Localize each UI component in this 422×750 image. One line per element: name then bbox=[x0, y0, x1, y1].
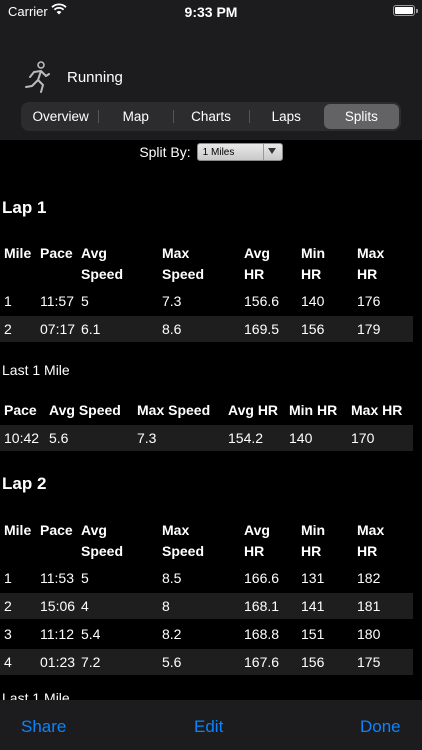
split-by-control: Split By: 1 Miles bbox=[0, 143, 422, 161]
view-tabs: Overview Map Charts Laps Splits bbox=[21, 102, 401, 131]
cell-avg-hr: 154.2 bbox=[228, 430, 264, 446]
cell-max-speed: 8.6 bbox=[162, 321, 182, 337]
col-header-min-hr: Min HR bbox=[301, 245, 326, 282]
col-header-avg-hr: Avg HR bbox=[228, 402, 279, 418]
cell-max-hr: 179 bbox=[357, 321, 381, 337]
col-header-max-hr: Max HR bbox=[357, 522, 385, 559]
cell-max-hr: 170 bbox=[351, 430, 375, 446]
clock: 9:33 PM bbox=[184, 4, 238, 20]
col-header-max-speed: Max Speed bbox=[137, 402, 211, 418]
cell-max-speed: 8.5 bbox=[162, 570, 182, 586]
cell-avg-speed: 5 bbox=[81, 293, 89, 309]
cell-max-speed: 5.6 bbox=[162, 654, 182, 670]
cell-min-hr: 140 bbox=[301, 293, 325, 309]
cell-pace: 10:42 bbox=[4, 430, 40, 446]
cell-mile: 1 bbox=[4, 293, 12, 309]
cell-min-hr: 156 bbox=[301, 321, 325, 337]
col-header-min-hr: Min HR bbox=[301, 522, 326, 559]
cell-avg-hr: 168.8 bbox=[244, 626, 280, 642]
cell-avg-speed: 7.2 bbox=[81, 654, 101, 670]
cell-avg-hr: 168.1 bbox=[244, 598, 280, 614]
activity-header: Running bbox=[22, 60, 123, 94]
battery-icon bbox=[393, 5, 418, 16]
tab-map[interactable]: Map bbox=[98, 104, 173, 129]
running-icon bbox=[25, 61, 50, 93]
cell-min-hr: 131 bbox=[301, 570, 325, 586]
col-header-max-speed: Max Speed bbox=[162, 245, 205, 282]
cell-pace: 07:17 bbox=[40, 321, 76, 337]
cell-max-hr: 175 bbox=[357, 654, 381, 670]
col-header-mile: Mile bbox=[4, 245, 32, 261]
cell-pace: 01:23 bbox=[40, 654, 76, 670]
cell-min-hr: 140 bbox=[289, 430, 313, 446]
cell-mile: 1 bbox=[4, 570, 12, 586]
cell-max-hr: 176 bbox=[357, 293, 381, 309]
activity-name: Running bbox=[67, 68, 123, 86]
cell-max-speed: 7.3 bbox=[162, 293, 182, 309]
cell-mile: 3 bbox=[4, 626, 12, 642]
tab-laps[interactable]: Laps bbox=[248, 104, 324, 129]
col-header-avg-speed: Avg Speed bbox=[49, 402, 121, 418]
cell-avg-hr: 169.5 bbox=[244, 321, 280, 337]
col-header-max-hr: Max HR bbox=[351, 402, 403, 418]
lap1-title: Lap 1 bbox=[2, 198, 47, 217]
done-button[interactable]: Done bbox=[360, 717, 401, 737]
col-header-mile: Mile bbox=[4, 522, 32, 538]
cell-avg-hr: 167.6 bbox=[244, 654, 280, 670]
cell-avg-speed: 4 bbox=[81, 598, 89, 614]
cell-max-speed: 8.2 bbox=[162, 626, 182, 642]
bottom-toolbar: Share Edit Done bbox=[0, 700, 422, 750]
cell-pace: 15:06 bbox=[40, 598, 76, 614]
col-header-avg-speed: Avg Speed bbox=[81, 522, 124, 559]
splits-content: Lap 1 Mile Pace Avg Speed Max Speed Avg … bbox=[0, 166, 422, 700]
cell-max-speed: 8 bbox=[162, 598, 170, 614]
cell-pace: 11:12 bbox=[40, 626, 74, 642]
col-header-max-hr: Max HR bbox=[357, 245, 385, 282]
col-header-pace: Pace bbox=[40, 522, 73, 538]
col-header-avg-hr: Avg HR bbox=[244, 245, 270, 282]
split-by-select[interactable]: 1 Miles bbox=[196, 143, 283, 161]
status-bar: Carrier 9:33 PM bbox=[0, 0, 422, 24]
tab-overview[interactable]: Overview bbox=[23, 104, 98, 129]
cell-mile: 2 bbox=[4, 321, 12, 337]
cell-pace: 11:57 bbox=[40, 293, 74, 309]
share-button[interactable]: Share bbox=[21, 717, 66, 737]
col-header-pace: Pace bbox=[40, 245, 73, 261]
tab-charts[interactable]: Charts bbox=[173, 104, 248, 129]
cell-avg-speed: 5.4 bbox=[81, 626, 101, 642]
lap2-title: Lap 2 bbox=[2, 474, 47, 493]
cell-avg-hr: 166.6 bbox=[244, 570, 280, 586]
col-header-avg-hr: Avg HR bbox=[244, 522, 270, 559]
split-by-value: 1 Miles bbox=[202, 146, 235, 158]
cell-min-hr: 151 bbox=[301, 626, 325, 642]
split-by-label: Split By: bbox=[139, 144, 191, 160]
col-header-max-speed: Max Speed bbox=[162, 522, 205, 559]
chevron-down-icon bbox=[267, 148, 276, 154]
cell-avg-hr: 156.6 bbox=[244, 293, 280, 309]
cell-avg-speed: 5 bbox=[81, 570, 89, 586]
cell-max-hr: 180 bbox=[357, 626, 381, 642]
cell-mile: 2 bbox=[4, 598, 12, 614]
lap2-last-mile-title: Last 1 Mile bbox=[2, 690, 70, 700]
cell-mile: 4 bbox=[4, 654, 12, 670]
cell-min-hr: 141 bbox=[301, 598, 325, 614]
cell-avg-speed: 5.6 bbox=[49, 430, 69, 446]
edit-button[interactable]: Edit bbox=[194, 717, 223, 737]
col-header-pace: Pace bbox=[4, 402, 37, 418]
tab-splits[interactable]: Splits bbox=[323, 104, 400, 129]
col-header-min-hr: Min HR bbox=[289, 402, 338, 418]
col-header-avg-speed: Avg Speed bbox=[81, 245, 124, 282]
cell-max-hr: 181 bbox=[357, 598, 381, 614]
cell-avg-speed: 6.1 bbox=[81, 321, 101, 337]
top-panel: Carrier 9:33 PM Running Overview Map Cha… bbox=[0, 0, 422, 140]
cell-max-hr: 182 bbox=[357, 570, 381, 586]
select-divider bbox=[262, 144, 264, 160]
cell-min-hr: 156 bbox=[301, 654, 325, 670]
cell-pace: 11:53 bbox=[40, 570, 74, 586]
cell-max-speed: 7.3 bbox=[137, 430, 157, 446]
lap1-last-mile-title: Last 1 Mile bbox=[2, 362, 70, 378]
